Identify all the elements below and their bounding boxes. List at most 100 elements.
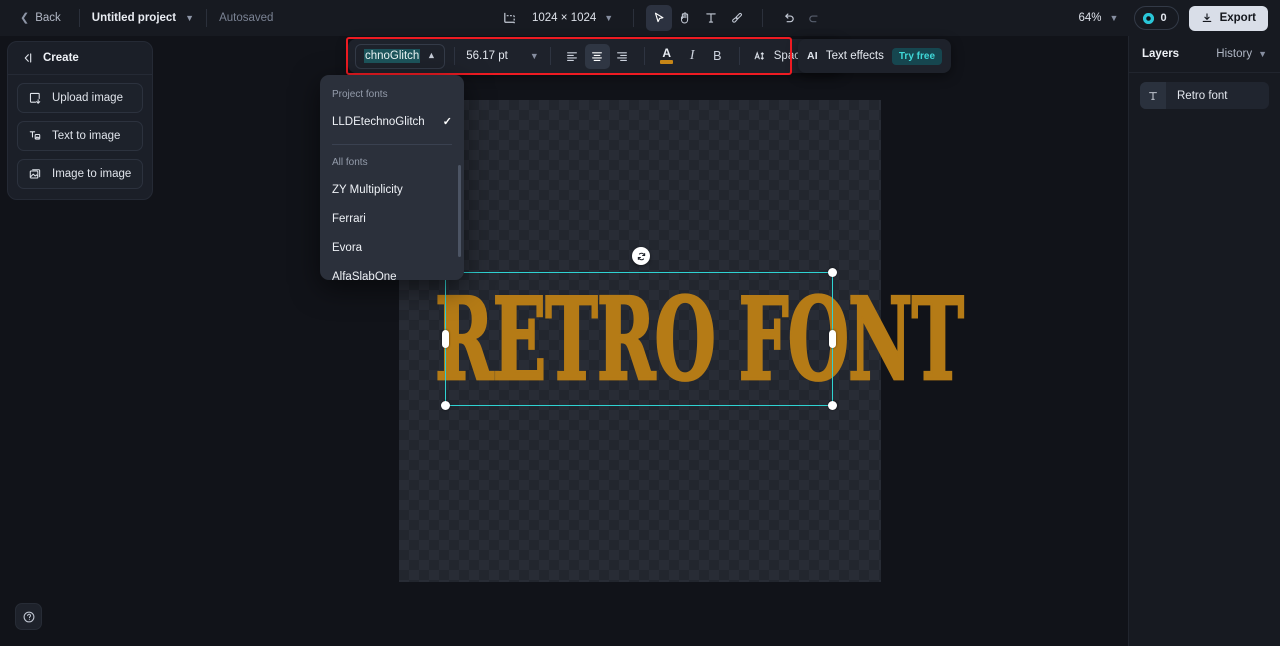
create-panel-title: Create (43, 52, 79, 64)
divider (206, 9, 208, 27)
text-color-button[interactable]: A (654, 43, 680, 69)
ai-text-effects-button[interactable]: AI Text effects Try free (798, 39, 952, 73)
text-to-image-button[interactable]: Text to image (17, 121, 143, 151)
export-label: Export (1219, 12, 1256, 24)
chevron-down-icon: ▼ (529, 51, 539, 61)
font-family-dropdown[interactable]: Project fonts LLDEtechnoGlitch ✓ All fon… (320, 75, 464, 280)
download-icon (1202, 13, 1211, 23)
canvas-size-selector[interactable]: 1024 × 1024 ▼ (522, 12, 621, 24)
create-panel-body: Upload image Text to image Image to imag… (8, 75, 152, 199)
divider (549, 47, 551, 65)
spacing-icon (754, 51, 764, 60)
text-color-swatch (660, 60, 674, 64)
credit-coin-icon (1143, 12, 1155, 24)
artboard[interactable]: RETRO FONT (399, 100, 965, 582)
create-panel: Create Upload image Text to image Image … (7, 41, 153, 200)
layer-item[interactable]: Retro font (1140, 82, 1269, 109)
font-option-label: Ferrari (332, 212, 366, 225)
export-button[interactable]: Export (1188, 5, 1268, 31)
text-to-image-icon (28, 129, 42, 143)
upload-image-button[interactable]: Upload image (17, 83, 143, 113)
align-center-button[interactable] (584, 43, 610, 69)
align-left-icon (567, 52, 578, 62)
autosaved-status: Autosaved (219, 12, 274, 24)
divider (643, 47, 645, 65)
text-effects-label: Text effects (825, 50, 884, 62)
upload-image-label: Upload image (52, 92, 123, 104)
layers-title: Layers (1142, 48, 1180, 60)
text-to-image-label: Text to image (52, 130, 121, 142)
layer-name: Retro font (1177, 89, 1228, 102)
layers-list: Retro font (1129, 73, 1280, 118)
back-label: Back (35, 12, 61, 24)
top-bar-tools: 1024 × 1024 ▼ (496, 0, 827, 36)
canvas-area[interactable]: RETRO FONT (153, 36, 1128, 646)
text-tool[interactable] (698, 5, 724, 31)
font-option-label: AlfaSlabOne (332, 270, 397, 281)
create-panel-header: Create (8, 42, 152, 75)
history-label: History (1216, 48, 1253, 60)
font-option-label: ZY Multiplicity (332, 183, 403, 196)
zoom-value: 64% (1078, 12, 1102, 24)
credits-indicator[interactable]: 0 (1134, 6, 1179, 30)
brush-tool[interactable] (724, 5, 750, 31)
project-title: Untitled project (91, 12, 177, 24)
text-format-toolbar: chnoGlitch ▼ 56.17 pt ▼ A I B Spacing (348, 39, 843, 73)
credits-count: 0 (1160, 12, 1167, 24)
italic-button[interactable]: I (680, 44, 705, 69)
rotate-icon (637, 252, 645, 260)
divider (78, 9, 80, 27)
font-family-value: chnoGlitch (364, 49, 421, 63)
font-option-alfaslabone[interactable]: AlfaSlabOne (320, 262, 464, 281)
help-button[interactable] (15, 603, 42, 630)
all-fonts-label: All fonts (332, 157, 368, 168)
canvas-text-object[interactable]: RETRO FONT (399, 281, 965, 397)
crop-icon[interactable] (496, 5, 522, 31)
help-icon (23, 611, 34, 622)
text-layer-icon (1140, 82, 1166, 109)
font-option-evora[interactable]: Evora (320, 233, 464, 262)
image-to-image-button[interactable]: Image to image (17, 159, 143, 189)
top-bar-left: ❮ Back Untitled project ▼ Autosaved (0, 0, 273, 36)
font-option-lldetechnoglitch[interactable]: LLDEtechnoGlitch ✓ (320, 107, 464, 136)
image-to-image-label: Image to image (52, 168, 132, 180)
rotate-handle[interactable] (632, 247, 650, 265)
try-free-badge: Try free (891, 47, 943, 65)
divider (738, 47, 740, 65)
top-bar: ❮ Back Untitled project ▼ Autosaved 1024… (0, 0, 1280, 36)
history-tab[interactable]: History ▼ (1216, 48, 1267, 60)
font-option-zy-multiplicity[interactable]: ZY Multiplicity (320, 175, 464, 204)
chevron-down-icon[interactable]: ▼ (185, 13, 194, 23)
chevron-left-icon: ❮ (20, 11, 30, 24)
project-fonts-label: Project fonts (332, 89, 388, 100)
font-option-label: LLDEtechnoGlitch (332, 115, 425, 128)
font-family-selector[interactable]: chnoGlitch ▼ (355, 43, 446, 69)
font-size-selector[interactable]: 56.17 pt ▼ (464, 50, 541, 62)
font-option-ferrari[interactable]: Ferrari (320, 204, 464, 233)
zoom-control[interactable]: 64% ▼ (1073, 8, 1125, 28)
chevron-down-icon: ▼ (1258, 49, 1267, 59)
app-root: ❮ Back Untitled project ▼ Autosaved 1024… (0, 0, 1280, 646)
chevron-up-icon: ▼ (427, 51, 437, 61)
divider (633, 9, 635, 27)
collapse-panel-icon[interactable] (20, 51, 34, 65)
align-left-button[interactable] (560, 44, 585, 69)
italic-icon: I (689, 48, 695, 63)
layers-panel: Layers History ▼ Retro font (1128, 36, 1280, 646)
select-tool[interactable] (646, 5, 673, 31)
bold-icon: B (713, 49, 722, 63)
top-bar-right: 64% ▼ 0 Export (1073, 0, 1268, 36)
undo-button[interactable] (775, 5, 801, 31)
bold-button[interactable]: B (705, 44, 730, 69)
hand-tool[interactable] (672, 5, 698, 31)
chevron-down-icon: ▼ (1109, 13, 1119, 23)
ai-badge: AI (807, 50, 818, 62)
back-button[interactable]: ❮ Back (14, 8, 67, 28)
align-right-button[interactable] (610, 44, 635, 69)
image-to-image-icon (28, 167, 42, 181)
dropdown-scrollbar[interactable] (458, 165, 461, 257)
divider (454, 47, 456, 65)
canvas-size-value: 1024 × 1024 (532, 12, 597, 24)
redo-button[interactable] (801, 5, 827, 31)
layers-panel-header: Layers History ▼ (1129, 36, 1280, 73)
